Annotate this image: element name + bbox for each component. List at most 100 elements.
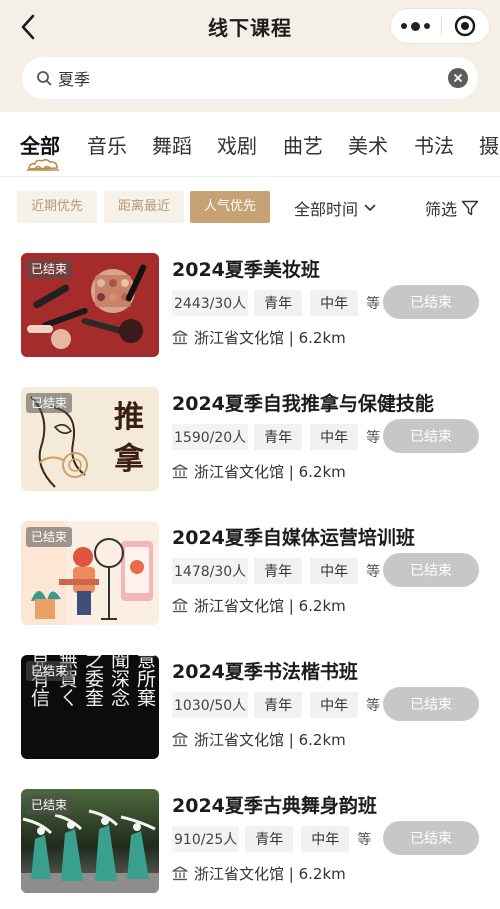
enrollment-count: 1590/20人 [172,424,249,450]
more-button[interactable] [391,8,441,44]
age-tag: 中年 [310,290,359,316]
course-title: 2024夏季自我推拿与保健技能 [172,393,434,415]
more-tags-label: 等 [366,698,381,714]
search-icon [37,71,52,86]
status-tag: 已结束 [26,393,73,413]
age-tag: 中年 [301,826,350,852]
tab-folk-art[interactable]: 曲艺 [283,130,323,159]
filter-funnel-icon [461,200,479,216]
chevron-down-icon [364,204,376,211]
tab-music[interactable]: 音乐 [87,130,127,159]
top-bar: 线下课程 [0,0,500,112]
status-tag: 已结束 [26,795,73,815]
course-venue: 浙江省文化馆 | 6.2km [172,729,346,750]
status-tag: 已结束 [26,259,73,279]
search-bar [22,57,478,99]
venue-text: 浙江省文化馆 | 6.2km [194,329,346,347]
ended-button[interactable]: 已结束 [383,285,479,319]
enrollment-count: 910/25人 [172,826,240,852]
venue-building-icon [172,866,188,881]
clear-icon [454,74,462,82]
sort-distance-chip[interactable]: 距离最近 [104,191,184,223]
mini-program-close-icon [455,15,476,37]
age-tag: 青年 [245,826,294,852]
time-dropdown-label: 全部时间 [294,200,359,219]
course-card[interactable]: 推 拿 已结束 2024夏季自我推拿与保健技能 1590/20人 青年 中年 等… [0,387,500,499]
course-meta: 2443/30人 青年 中年 等 [172,290,381,316]
course-title: 2024夏季自媒体运营培训班 [172,527,415,549]
more-tags-label: 等 [366,430,381,446]
course-meta: 910/25人 青年 中年 等 [172,826,372,852]
course-venue: 浙江省文化馆 | 6.2km [172,327,346,348]
enrollment-count: 2443/30人 [172,290,249,316]
thumb-text: 拿 [114,442,144,477]
more-tags-label: 等 [366,296,381,312]
ended-button[interactable]: 已结束 [383,553,479,587]
venue-building-icon [172,464,188,479]
ended-button[interactable]: 已结束 [383,419,479,453]
course-thumbnail: 推 拿 已结束 [21,387,159,491]
venue-building-icon [172,732,188,747]
enrollment-count: 1478/30人 [172,558,249,584]
age-tag: 青年 [254,692,303,718]
course-venue: 浙江省文化馆 | 6.2km [172,863,346,884]
course-meta: 1590/20人 青年 中年 等 [172,424,381,450]
age-tag: 中年 [310,424,359,450]
tab-dance[interactable]: 舞蹈 [152,130,192,159]
age-tag: 青年 [254,424,303,450]
age-tag: 中年 [310,692,359,718]
more-dots-icon [401,21,431,31]
search-input[interactable] [58,58,448,98]
tab-calligraphy[interactable]: 书法 [414,130,454,159]
venue-building-icon [172,598,188,613]
course-card[interactable]: 聖意所棄 獻聞深念 椎之委奎 ㄑ無賀ㄑ 未見有信 已结束 2024夏季书法楷书班… [0,655,500,767]
course-title: 2024夏季古典舞身韵班 [172,795,377,817]
course-title: 2024夏季书法楷书班 [172,661,358,683]
course-thumbnail: 已结束 [21,253,159,357]
course-card[interactable]: 已结束 2024夏季美妆班 2443/30人 青年 中年 等 已结束 浙江省文化… [0,253,500,365]
venue-text: 浙江省文化馆 | 6.2km [194,865,346,883]
tab-all[interactable]: 全部 [20,130,60,159]
mini-program-capsule [390,8,490,44]
tab-photography[interactable]: 摄 [479,130,499,159]
course-venue: 浙江省文化馆 | 6.2km [172,461,346,482]
filter-button[interactable]: 筛选 [425,196,479,220]
course-card[interactable]: 已结束 2024夏季古典舞身韵班 910/25人 青年 中年 等 已结束 浙江省… [0,789,500,901]
tab-cloud-ornament-icon [27,158,59,171]
venue-text: 浙江省文化馆 | 6.2km [194,463,346,481]
course-venue: 浙江省文化馆 | 6.2km [172,595,346,616]
status-tag: 已结束 [26,527,73,547]
age-tag: 青年 [254,290,303,316]
tab-fine-art[interactable]: 美术 [348,130,388,159]
more-tags-label: 等 [366,564,381,580]
more-tags-label: 等 [357,832,372,848]
thumb-text: 椎之委奎 [82,655,104,707]
age-tag: 中年 [310,558,359,584]
enrollment-count: 1030/50人 [172,692,249,718]
ended-button[interactable]: 已结束 [383,821,479,855]
tab-drama[interactable]: 戏剧 [217,130,257,159]
course-title: 2024夏季美妆班 [172,259,320,281]
filter-bar: 近期优先 距离最近 人气优先 全部时间 筛选 [0,176,500,238]
thumb-text: 聖意所棄 [134,655,156,707]
thumb-text: 推 [114,400,144,435]
category-tabs: 全部 音乐 舞蹈 戏剧 曲艺 美术 书法 摄 [0,112,500,176]
venue-building-icon [172,330,188,345]
clear-search-button[interactable] [448,68,468,88]
mini-program-close-button[interactable] [441,8,489,44]
course-card[interactable]: 已结束 2024夏季自媒体运营培训班 1478/30人 青年 中年 等 已结束 … [0,521,500,633]
venue-text: 浙江省文化馆 | 6.2km [194,597,346,615]
course-meta: 1030/50人 青年 中年 等 [172,692,381,718]
sort-popular-chip[interactable]: 人气优先 [190,191,270,223]
sort-recent-chip[interactable]: 近期优先 [17,191,97,223]
venue-text: 浙江省文化馆 | 6.2km [194,731,346,749]
status-tag: 已结束 [26,661,73,681]
course-thumbnail: 已结束 [21,521,159,625]
course-thumbnail: 已结束 [21,789,159,893]
ended-button[interactable]: 已结束 [383,687,479,721]
thumb-text: 獻聞深念 [108,655,130,707]
course-meta: 1478/30人 青年 中年 等 [172,558,381,584]
course-thumbnail: 聖意所棄 獻聞深念 椎之委奎 ㄑ無賀ㄑ 未見有信 已结束 [21,655,159,759]
time-dropdown[interactable]: 全部时间 [294,196,376,220]
age-tag: 青年 [254,558,303,584]
